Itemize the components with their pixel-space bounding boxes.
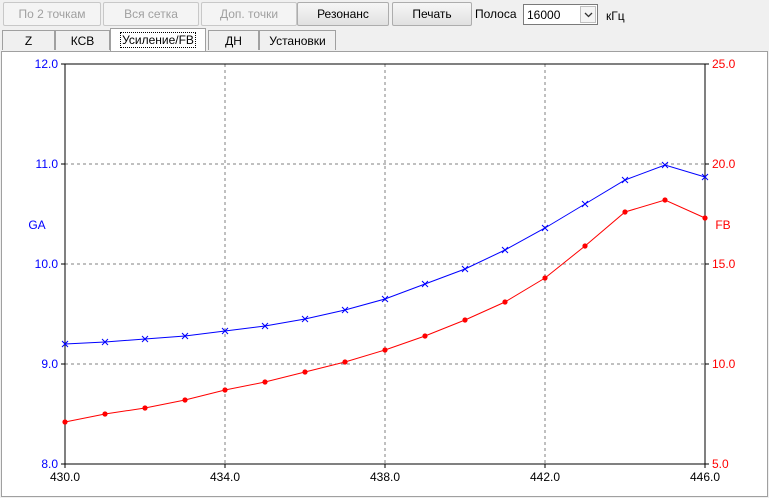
data-point-fb (582, 243, 588, 249)
unit-label: кГц (606, 9, 625, 23)
x-tick-label: 438.0 (370, 470, 400, 484)
data-point-ga (541, 224, 549, 232)
band-select[interactable]: 16000 (523, 4, 598, 25)
chevron-down-icon[interactable] (580, 6, 596, 23)
data-point-ga (381, 295, 389, 303)
gain-fb-chart: 430.0 434.0 438.0 442.0 446.0 8.0 9.0 10.0 11.0 1… (28, 57, 736, 484)
data-point-ga (461, 265, 469, 273)
data-point-ga (621, 176, 629, 184)
data-point-fb (502, 299, 508, 305)
tab-bar: Z КСВ Усиление/FB ДН Установки (0, 28, 769, 52)
right-tick-label: 10.0 (712, 357, 736, 371)
right-tick-label: 5.0 (712, 457, 729, 471)
two-points-button[interactable]: По 2 точкам (3, 2, 101, 26)
x-tick-label: 434.0 (210, 470, 240, 484)
right-axis-label: FB (715, 218, 730, 232)
data-point-fb (622, 209, 628, 215)
tab-settings[interactable]: Установки (259, 30, 336, 50)
resonance-button[interactable]: Резонанс (297, 2, 389, 26)
data-point-fb (382, 347, 388, 353)
data-point-ga (421, 280, 429, 288)
band-value: 16000 (527, 8, 561, 22)
data-point-ga (501, 246, 509, 254)
left-tick-label: 10.0 (35, 257, 59, 271)
data-point-fb (342, 359, 348, 365)
left-tick-label: 9.0 (41, 357, 58, 371)
data-point-fb (702, 215, 708, 221)
left-tick-label: 11.0 (36, 157, 59, 171)
left-axis-label: GA (28, 218, 45, 232)
left-tick-label: 12.0 (35, 57, 59, 71)
data-point-fb (302, 369, 308, 375)
x-tick-label: 446.0 (690, 470, 720, 484)
data-point-ga (581, 200, 589, 208)
data-point-fb (182, 397, 188, 403)
band-label: Полоса (475, 7, 517, 21)
data-point-fb (462, 317, 468, 323)
data-point-fb (542, 275, 548, 281)
left-tick-label: 8.0 (41, 457, 58, 471)
tab-swr[interactable]: КСВ (55, 30, 110, 50)
chart-panel: 430.0 434.0 438.0 442.0 446.0 8.0 9.0 10.0 11.0 1… (1, 51, 768, 497)
extra-points-button[interactable]: Доп. точки (201, 2, 297, 26)
data-point-fb (62, 419, 68, 425)
data-point-ga (661, 161, 669, 169)
x-tick-label: 442.0 (530, 470, 560, 484)
tab-z[interactable]: Z (2, 30, 55, 50)
data-point-fb (142, 405, 148, 411)
right-tick-label: 15.0 (712, 257, 736, 271)
tab-gain-fb[interactable]: Усиление/FB (110, 28, 206, 51)
data-point-fb (422, 333, 428, 339)
right-tick-label: 25.0 (712, 57, 736, 71)
data-point-fb (102, 411, 108, 417)
data-point-fb (262, 379, 268, 385)
data-point-fb (662, 197, 668, 203)
right-tick-label: 20.0 (712, 157, 736, 171)
data-point-fb (222, 387, 228, 393)
print-button[interactable]: Печать (392, 2, 472, 26)
tab-pattern[interactable]: ДН (208, 30, 259, 50)
all-grid-button[interactable]: Вся сетка (103, 2, 199, 26)
x-tick-label: 430.0 (50, 470, 80, 484)
